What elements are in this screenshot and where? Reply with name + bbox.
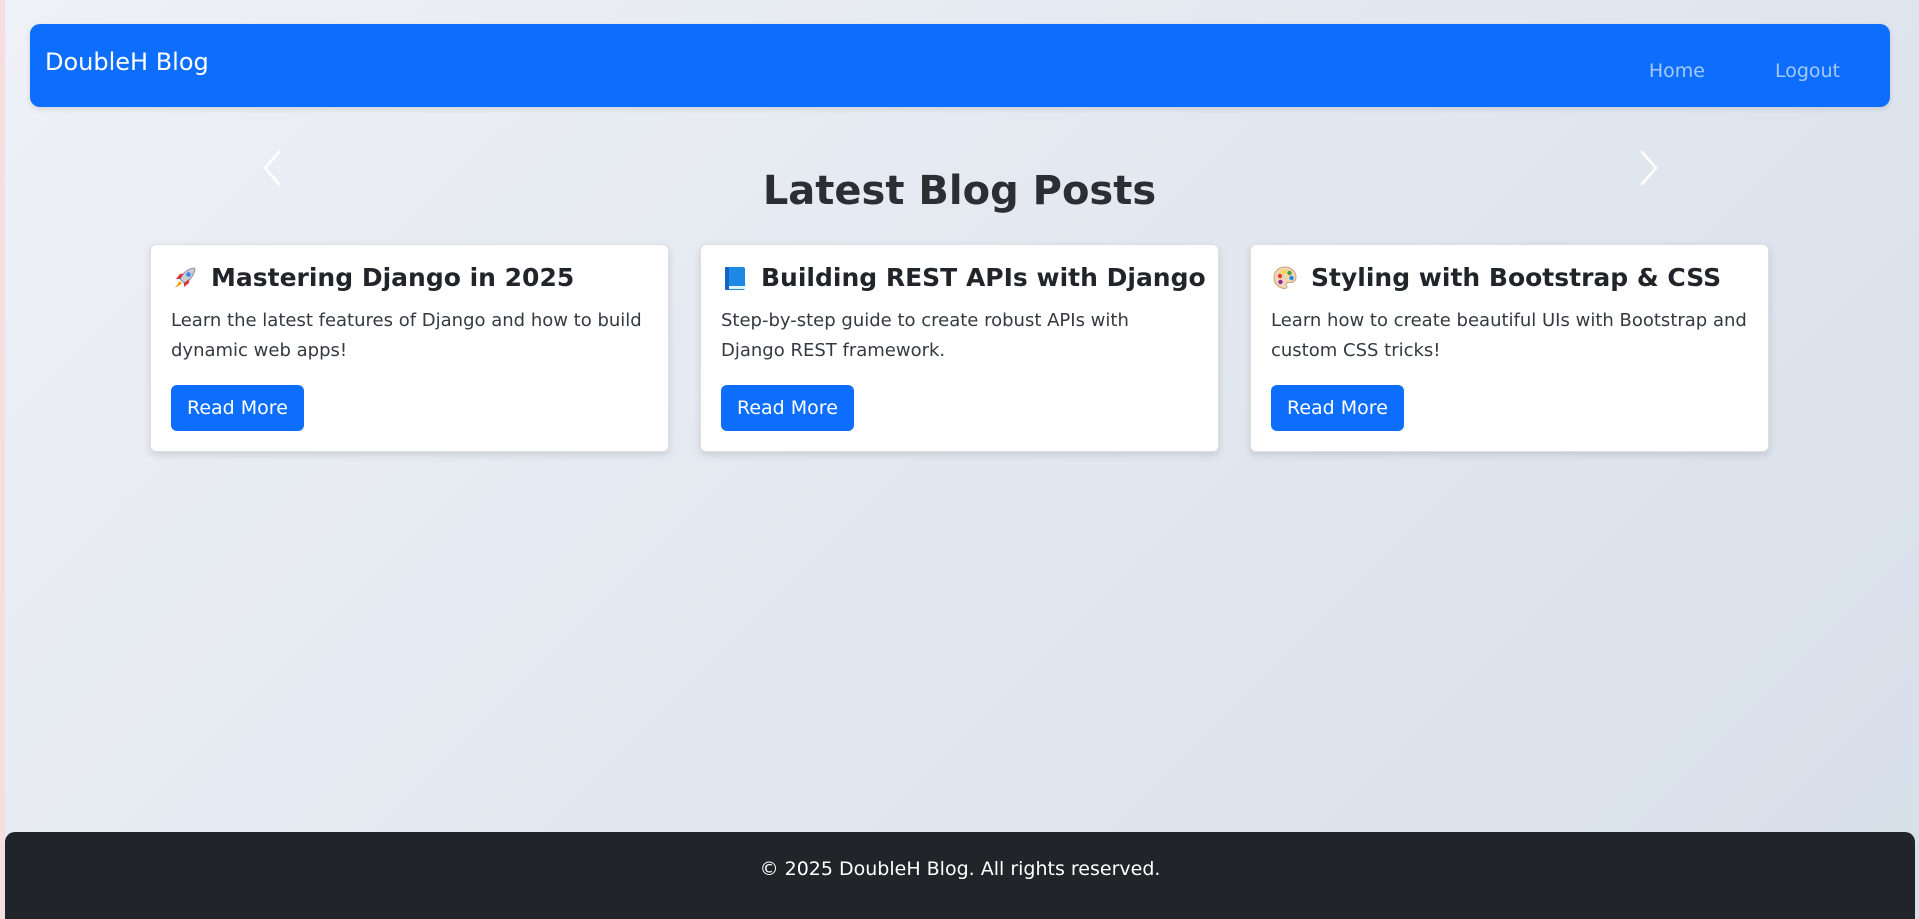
left-edge: [0, 0, 5, 919]
footer-copyright: © 2025 DoubleH Blog. All rights reserved…: [759, 858, 1161, 880]
nav-link-logout[interactable]: Logout: [1755, 60, 1860, 82]
read-more-button[interactable]: Read More: [1271, 385, 1404, 431]
page-title: Latest Blog Posts: [762, 168, 1157, 214]
blue-book-icon: [721, 264, 749, 292]
post-title-text: Styling with Bootstrap & CSS: [1311, 263, 1722, 292]
footer: © 2025 DoubleH Blog. All rights reserved…: [5, 832, 1915, 919]
read-more-button[interactable]: Read More: [721, 385, 854, 431]
post-title: Styling with Bootstrap & CSS: [1271, 263, 1748, 292]
nav-links: Home Logout: [1599, 60, 1860, 82]
brand-link[interactable]: DoubleH Blog: [45, 48, 209, 76]
post-title: Mastering Django in 2025: [171, 263, 648, 292]
post-title-text: Mastering Django in 2025: [211, 263, 575, 292]
blog-post-card: Mastering Django in 2025 Learn the lates…: [150, 244, 669, 452]
post-title: Building REST APIs with Django: [721, 263, 1206, 292]
read-more-button[interactable]: Read More: [171, 385, 304, 431]
blog-post-card: Building REST APIs with Django Step-by-s…: [700, 244, 1219, 452]
post-excerpt: Step-by-step guide to create robust APIs…: [721, 310, 1129, 361]
blog-post-list: Mastering Django in 2025 Learn the lates…: [150, 244, 1769, 452]
navbar: DoubleH Blog Home Logout: [30, 24, 1890, 107]
nav-link-home[interactable]: Home: [1629, 60, 1725, 82]
post-excerpt: Learn the latest features of Django and …: [171, 310, 642, 361]
rocket-icon: [171, 264, 199, 292]
post-excerpt: Learn how to create beautiful UIs with B…: [1271, 310, 1747, 361]
blog-post-card: Styling with Bootstrap & CSS Learn how t…: [1250, 244, 1769, 452]
palette-icon: [1271, 264, 1299, 292]
post-title-text: Building REST APIs with Django: [761, 263, 1206, 292]
